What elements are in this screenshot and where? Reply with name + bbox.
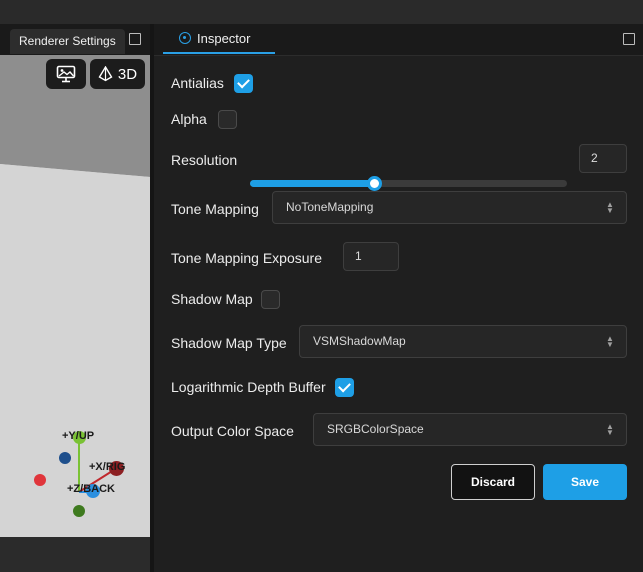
output-color-space-row: Output Color Space (171, 421, 294, 441)
target-icon (179, 32, 191, 44)
x-axis-label: +X/RIG (89, 461, 126, 473)
view-mode-3d-button[interactable]: 3D (90, 59, 145, 89)
ground-plane (0, 164, 150, 537)
check-icon (237, 75, 250, 88)
log-depth-checkbox[interactable] (334, 377, 354, 397)
resolution-row: Resolution (171, 150, 237, 170)
viewport-panel: Renderer Settings 3D +Y/UP +X/RIG +Z/BAC… (0, 24, 150, 572)
save-button[interactable]: Save (543, 464, 627, 500)
shadow-map-type-label: Shadow Map Type (171, 335, 287, 351)
log-depth-row: Logarithmic Depth Buffer (171, 377, 354, 397)
tab-renderer-settings[interactable]: Renderer Settings (10, 29, 125, 54)
output-color-space-select[interactable]: SRGBColorSpace ▲ ▼ (313, 413, 627, 446)
antialias-row: Antialias (171, 73, 253, 93)
tone-mapping-value: NoToneMapping (286, 200, 374, 214)
output-color-space-value: SRGBColorSpace (327, 422, 424, 436)
3d-viewport[interactable]: 3D +Y/UP +X/RIG +Z/BACK (0, 55, 150, 537)
viewport-footer (0, 537, 150, 572)
viewport-header: Renderer Settings (0, 24, 150, 55)
resolution-slider-fill (250, 180, 374, 187)
top-bar (0, 0, 643, 24)
chevron-updown-icon: ▲ ▼ (606, 200, 614, 215)
screenshot-button[interactable] (46, 59, 86, 89)
shadow-map-type-value: VSMShadowMap (313, 334, 406, 348)
tone-mapping-exposure-row: Tone Mapping Exposure (171, 248, 322, 268)
tone-mapping-exposure-label: Tone Mapping Exposure (171, 250, 322, 266)
resolution-slider[interactable] (250, 176, 567, 191)
neg-x-axis-handle[interactable] (34, 474, 46, 486)
inspector-panel: Inspector Antialias Alpha Resolution 2 T… (154, 24, 643, 572)
view-mode-label: 3D (117, 65, 138, 83)
shadow-map-type-select[interactable]: VSMShadowMap ▲ ▼ (299, 325, 627, 358)
maximize-icon[interactable] (129, 33, 141, 45)
inspector-header: Inspector (154, 24, 643, 56)
antialias-label: Antialias (171, 75, 224, 91)
shadow-map-type-row: Shadow Map Type (171, 333, 287, 353)
image-icon (56, 65, 76, 83)
output-color-space-label: Output Color Space (171, 423, 294, 439)
log-depth-label: Logarithmic Depth Buffer (171, 379, 326, 395)
y-axis-label: +Y/UP (62, 430, 95, 442)
cube-icon (98, 66, 113, 82)
neg-y-axis-handle[interactable] (73, 505, 85, 517)
viewport-scene (0, 55, 150, 537)
tab-inspector[interactable]: Inspector (163, 24, 275, 54)
resolution-label: Resolution (171, 152, 238, 168)
z-axis-label: +Z/BACK (67, 483, 115, 495)
tone-mapping-label: Tone Mapping (171, 201, 259, 217)
chevron-updown-icon: ▲ ▼ (606, 334, 614, 349)
neg-z-axis-handle[interactable] (59, 452, 71, 464)
check-icon (337, 379, 351, 392)
antialias-checkbox[interactable] (233, 73, 253, 93)
tone-mapping-select[interactable]: NoToneMapping ▲ ▼ (272, 191, 627, 224)
alpha-row: Alpha (171, 109, 237, 129)
resolution-slider-thumb[interactable] (367, 176, 382, 191)
shadow-map-checkbox[interactable] (260, 289, 280, 309)
alpha-label: Alpha (171, 111, 207, 127)
resolution-input[interactable]: 2 (579, 144, 627, 173)
tone-mapping-row: Tone Mapping (171, 199, 259, 219)
shadow-map-row: Shadow Map (171, 289, 280, 309)
tone-mapping-exposure-input[interactable]: 1 (343, 242, 399, 271)
alpha-checkbox[interactable] (217, 109, 237, 129)
chevron-updown-icon: ▲ ▼ (606, 422, 614, 437)
discard-button[interactable]: Discard (451, 464, 535, 500)
maximize-icon[interactable] (623, 33, 635, 45)
shadow-map-label: Shadow Map (171, 291, 253, 307)
tab-inspector-label: Inspector (197, 30, 251, 46)
